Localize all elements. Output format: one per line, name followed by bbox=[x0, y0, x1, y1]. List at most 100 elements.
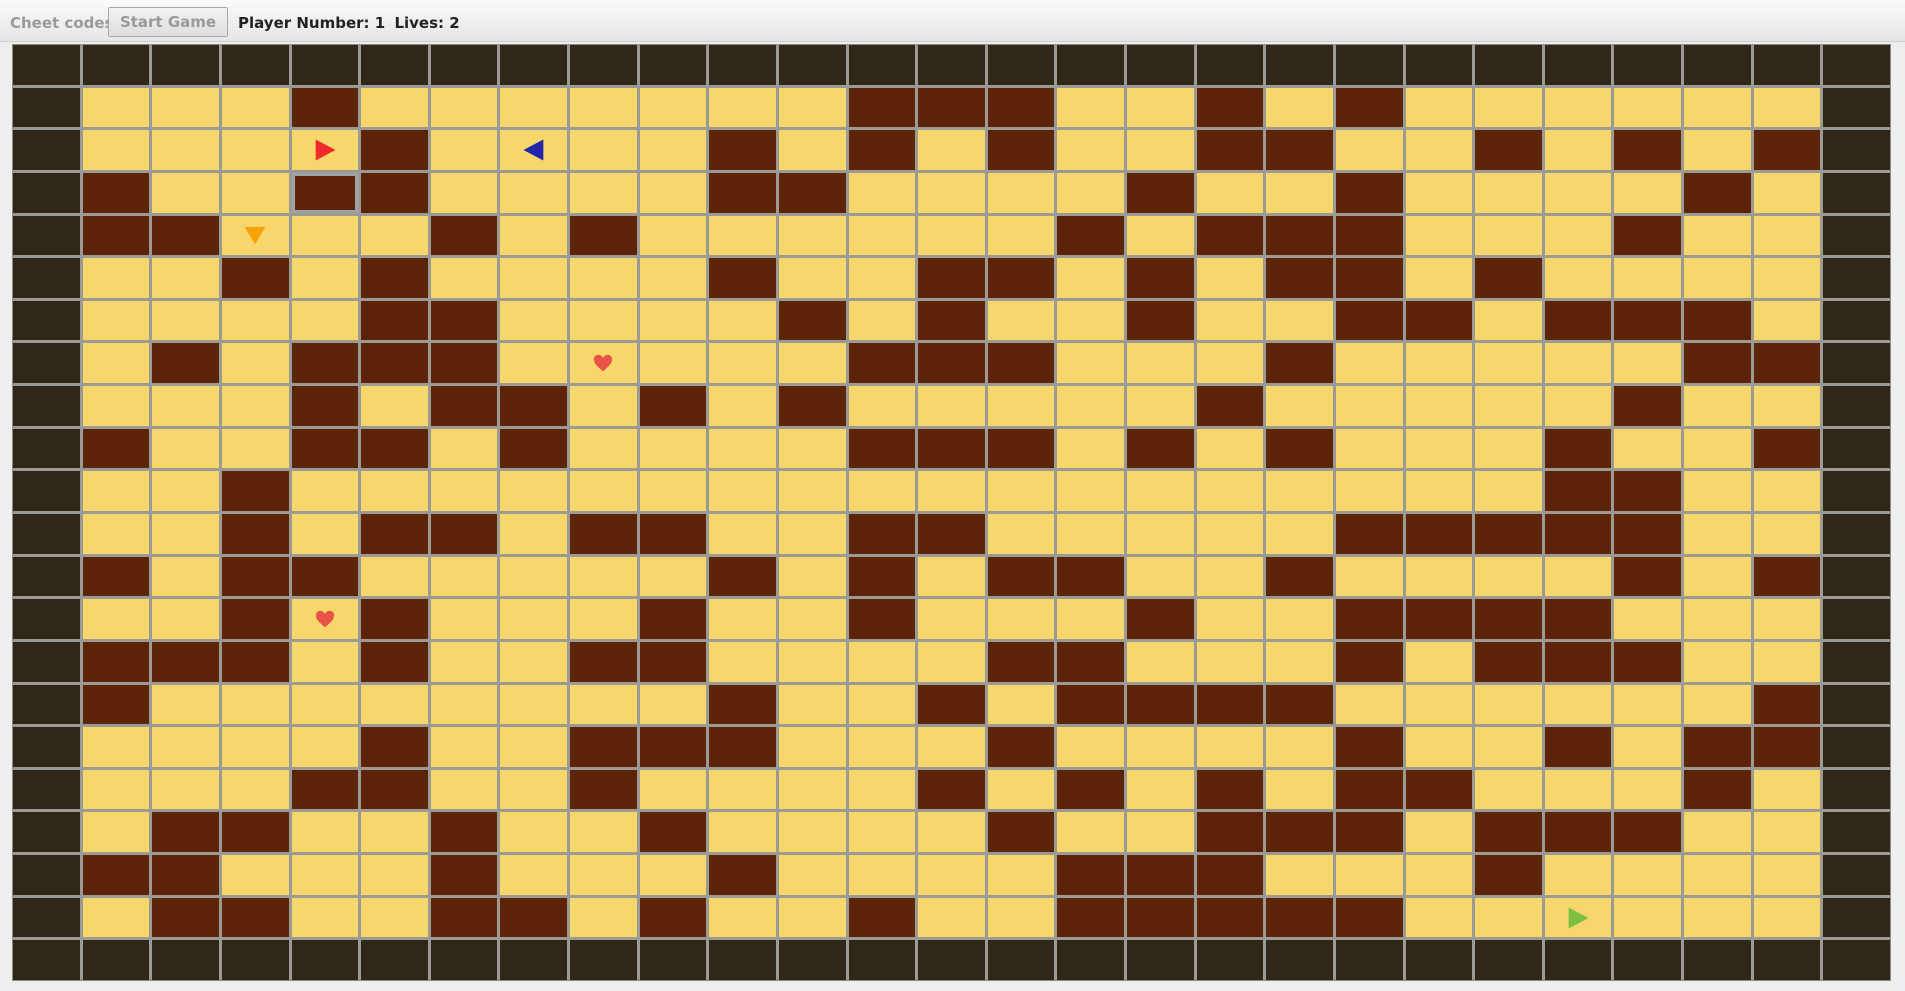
wall-cell[interactable] bbox=[500, 428, 568, 469]
floor-cell[interactable] bbox=[639, 258, 707, 298]
wall-cell[interactable] bbox=[987, 87, 1055, 128]
wall-cell[interactable] bbox=[987, 727, 1055, 767]
wall-cell[interactable] bbox=[1335, 300, 1403, 341]
wall-cell[interactable] bbox=[1335, 215, 1403, 256]
wall-cell[interactable] bbox=[82, 556, 150, 597]
floor-cell[interactable] bbox=[918, 130, 985, 170]
floor-cell[interactable] bbox=[221, 386, 289, 426]
floor-cell[interactable] bbox=[1544, 130, 1612, 170]
floor-cell[interactable] bbox=[709, 641, 776, 682]
wall-cell[interactable] bbox=[1196, 215, 1264, 256]
wall-cell[interactable] bbox=[918, 684, 985, 725]
floor-cell[interactable] bbox=[848, 258, 916, 298]
floor-cell[interactable] bbox=[82, 897, 150, 938]
wall-cell[interactable] bbox=[918, 428, 985, 469]
wall-cell[interactable] bbox=[152, 215, 219, 256]
floor-cell[interactable] bbox=[639, 769, 707, 810]
floor-cell[interactable] bbox=[221, 87, 289, 128]
floor-cell[interactable] bbox=[570, 599, 637, 639]
wall-cell[interactable] bbox=[1614, 556, 1682, 597]
wall-cell[interactable] bbox=[1196, 855, 1264, 895]
wall-cell[interactable] bbox=[1266, 897, 1333, 938]
floor-cell[interactable] bbox=[82, 471, 150, 511]
floor-cell[interactable] bbox=[361, 471, 428, 511]
wall-cell[interactable] bbox=[1196, 87, 1264, 128]
wall-cell[interactable] bbox=[1475, 641, 1542, 682]
floor-cell[interactable] bbox=[361, 386, 428, 426]
floor-cell[interactable] bbox=[1684, 556, 1751, 597]
wall-cell[interactable] bbox=[1127, 599, 1194, 639]
floor-cell[interactable] bbox=[1335, 684, 1403, 725]
floor-cell[interactable] bbox=[1335, 556, 1403, 597]
floor-cell[interactable] bbox=[221, 130, 289, 170]
wall-cell[interactable] bbox=[1405, 300, 1473, 341]
floor-cell[interactable] bbox=[500, 812, 568, 853]
wall-cell[interactable] bbox=[848, 599, 916, 639]
floor-cell[interactable] bbox=[987, 300, 1055, 341]
floor-cell[interactable] bbox=[82, 386, 150, 426]
floor-cell[interactable] bbox=[82, 258, 150, 298]
wall-cell[interactable] bbox=[1057, 215, 1125, 256]
floor-cell[interactable] bbox=[987, 599, 1055, 639]
floor-cell[interactable] bbox=[639, 471, 707, 511]
wall-cell[interactable] bbox=[1266, 556, 1333, 597]
wall-cell[interactable] bbox=[1127, 855, 1194, 895]
wall-cell[interactable] bbox=[1753, 556, 1821, 597]
floor-cell[interactable] bbox=[1684, 87, 1751, 128]
wall-cell[interactable] bbox=[1127, 684, 1194, 725]
floor-cell[interactable] bbox=[291, 215, 359, 256]
wall-cell[interactable] bbox=[1753, 684, 1821, 725]
floor-cell[interactable] bbox=[1753, 172, 1821, 213]
wall-cell[interactable] bbox=[1335, 727, 1403, 767]
wall-cell[interactable] bbox=[639, 386, 707, 426]
wall-cell[interactable] bbox=[1753, 130, 1821, 170]
floor-cell[interactable] bbox=[1335, 130, 1403, 170]
floor-cell[interactable] bbox=[1753, 300, 1821, 341]
floor-cell[interactable] bbox=[1614, 769, 1682, 810]
floor-cell[interactable] bbox=[1753, 641, 1821, 682]
floor-cell[interactable] bbox=[1266, 300, 1333, 341]
wall-cell[interactable] bbox=[1475, 514, 1542, 554]
wall-cell[interactable] bbox=[987, 343, 1055, 384]
floor-cell[interactable] bbox=[1753, 812, 1821, 853]
floor-cell[interactable] bbox=[987, 172, 1055, 213]
floor-cell[interactable] bbox=[778, 428, 846, 469]
floor-cell[interactable] bbox=[778, 769, 846, 810]
floor-cell[interactable] bbox=[430, 599, 498, 639]
floor-cell[interactable] bbox=[361, 556, 428, 597]
floor-cell[interactable] bbox=[1475, 215, 1542, 256]
wall-cell[interactable] bbox=[361, 130, 428, 170]
floor-cell[interactable] bbox=[500, 514, 568, 554]
floor-cell[interactable] bbox=[430, 556, 498, 597]
floor-cell[interactable] bbox=[221, 727, 289, 767]
wall-cell[interactable] bbox=[918, 87, 985, 128]
floor-cell[interactable] bbox=[1196, 428, 1264, 469]
wall-cell[interactable] bbox=[1266, 258, 1333, 298]
wall-cell[interactable] bbox=[1544, 812, 1612, 853]
floor-cell[interactable] bbox=[1057, 258, 1125, 298]
wall-cell[interactable] bbox=[221, 514, 289, 554]
floor-cell[interactable] bbox=[1753, 87, 1821, 128]
floor-cell[interactable] bbox=[987, 514, 1055, 554]
floor-cell[interactable] bbox=[152, 300, 219, 341]
wall-cell[interactable] bbox=[1614, 641, 1682, 682]
wall-cell[interactable] bbox=[709, 684, 776, 725]
floor-cell[interactable] bbox=[1544, 556, 1612, 597]
floor-cell[interactable] bbox=[1266, 471, 1333, 511]
wall-cell[interactable] bbox=[1335, 599, 1403, 639]
wall-cell[interactable] bbox=[1057, 684, 1125, 725]
wall-cell[interactable] bbox=[1127, 428, 1194, 469]
floor-cell[interactable] bbox=[848, 727, 916, 767]
floor-cell[interactable] bbox=[500, 599, 568, 639]
wall-cell[interactable] bbox=[639, 897, 707, 938]
floor-cell[interactable] bbox=[1057, 87, 1125, 128]
floor-cell[interactable] bbox=[1684, 514, 1751, 554]
floor-cell[interactable] bbox=[1335, 343, 1403, 384]
floor-cell[interactable] bbox=[361, 215, 428, 256]
wall-cell[interactable] bbox=[848, 87, 916, 128]
floor-cell[interactable] bbox=[778, 812, 846, 853]
wall-cell[interactable] bbox=[848, 130, 916, 170]
floor-cell[interactable] bbox=[1405, 215, 1473, 256]
floor-cell[interactable] bbox=[1614, 258, 1682, 298]
floor-cell[interactable] bbox=[1475, 471, 1542, 511]
